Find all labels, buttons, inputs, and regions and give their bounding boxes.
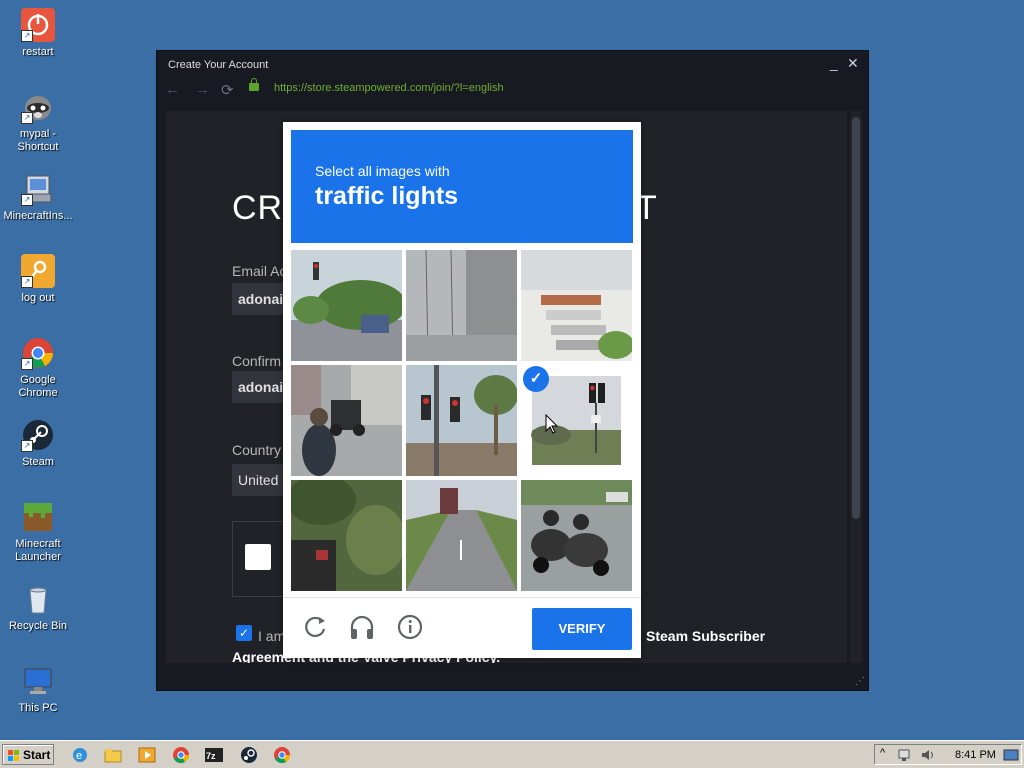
power-icon: ↗ bbox=[21, 8, 55, 42]
desktop-icon-label: Recycle Bin bbox=[8, 620, 68, 632]
desktop-icon-label: mypal - Shortcut bbox=[17, 128, 59, 153]
shortcut-arrow-icon: ↗ bbox=[21, 440, 33, 452]
country-label: Country bbox=[232, 442, 282, 458]
taskbar: Start e 7z ^ 8:41 PM bbox=[0, 740, 1024, 768]
headphones-icon[interactable] bbox=[347, 612, 377, 642]
recycle-bin-icon bbox=[21, 582, 55, 616]
captcha-tile[interactable] bbox=[291, 365, 402, 476]
captcha-tile[interactable] bbox=[406, 250, 517, 361]
notification-icon[interactable] bbox=[1003, 748, 1019, 762]
show-hidden-icons-icon[interactable]: ^ bbox=[880, 747, 885, 759]
desktop-icon-restart[interactable]: ↗ restart bbox=[0, 8, 76, 59]
desktop-icon-label: restart bbox=[22, 46, 54, 58]
minimize-button[interactable]: _ bbox=[830, 55, 838, 71]
windows-flag-icon bbox=[8, 750, 19, 761]
back-icon[interactable]: ← bbox=[165, 81, 180, 98]
folder-icon[interactable] bbox=[104, 746, 122, 764]
captcha-tile[interactable] bbox=[291, 480, 402, 591]
selected-check-icon: ✓ bbox=[523, 366, 549, 392]
captcha-header: Select all images with traffic lights bbox=[291, 130, 633, 243]
desktop-icon-recycle-bin[interactable]: Recycle Bin bbox=[0, 582, 76, 633]
close-button[interactable]: ✕ bbox=[847, 55, 859, 72]
desktop-icon-this-pc[interactable]: This PC bbox=[0, 664, 76, 715]
desktop-icon-label: Steam bbox=[22, 456, 54, 468]
network-icon[interactable] bbox=[897, 748, 913, 762]
chrome-icon[interactable] bbox=[273, 746, 291, 764]
email-label: Email Ac bbox=[232, 263, 287, 279]
7zip-icon[interactable]: 7z bbox=[205, 746, 223, 764]
desktop-icon-label: Minecraft Launcher bbox=[15, 538, 61, 563]
captcha-tile[interactable] bbox=[291, 250, 402, 361]
resize-grip-icon[interactable]: ⋰ bbox=[855, 676, 865, 687]
volume-icon[interactable] bbox=[920, 748, 936, 762]
info-icon[interactable] bbox=[395, 612, 425, 642]
steam-icon: ↗ bbox=[21, 418, 55, 452]
desktop-icon-label: This PC bbox=[18, 702, 58, 714]
system-tray: ^ 8:41 PM bbox=[874, 744, 1022, 765]
desktop-icon-minecraft-launcher[interactable]: Minecraft Launcher bbox=[0, 500, 76, 564]
desktop-icon-label: log out bbox=[21, 292, 55, 304]
agree-text: I am bbox=[258, 628, 286, 644]
raccoon-icon: ↗ bbox=[21, 90, 55, 124]
shortcut-arrow-icon: ↗ bbox=[21, 112, 33, 124]
svg-text:e: e bbox=[76, 750, 82, 762]
refresh-icon[interactable] bbox=[300, 612, 330, 642]
confirm-email-label: Confirm bbox=[232, 353, 282, 369]
mouse-cursor-icon bbox=[545, 414, 559, 434]
desktop-icon-minecraft-installer[interactable]: ↗ MinecraftIns... bbox=[0, 172, 76, 223]
media-icon[interactable] bbox=[138, 746, 156, 764]
key-icon: ↗ bbox=[21, 254, 55, 288]
recaptcha-checkbox[interactable] bbox=[245, 544, 271, 570]
captcha-divider bbox=[283, 597, 641, 598]
captcha-prompt: Select all images with bbox=[315, 163, 450, 179]
desktop-icon-label: MinecraftIns... bbox=[3, 210, 73, 222]
svg-text:7z: 7z bbox=[206, 751, 216, 761]
verify-button[interactable]: VERIFY bbox=[532, 608, 632, 650]
captcha-tile[interactable] bbox=[521, 250, 632, 361]
captcha-tile[interactable] bbox=[521, 480, 632, 591]
clock[interactable]: 8:41 PM bbox=[955, 749, 996, 761]
desktop-icon-log-out[interactable]: ↗ log out bbox=[0, 254, 76, 305]
subscriber-agreement-link[interactable]: Steam Subscriber bbox=[646, 628, 765, 644]
ie-icon[interactable]: e bbox=[71, 746, 89, 764]
agree-checkbox[interactable]: ✓ bbox=[236, 625, 252, 641]
address-url[interactable]: https://store.steampowered.com/join/?l=e… bbox=[274, 82, 504, 94]
shortcut-arrow-icon: ↗ bbox=[21, 358, 33, 370]
start-button[interactable]: Start bbox=[2, 744, 54, 765]
captcha-tile[interactable] bbox=[406, 365, 517, 476]
shortcut-arrow-icon: ↗ bbox=[21, 276, 33, 288]
grass-block-icon bbox=[21, 500, 55, 534]
shortcut-arrow-icon: ↗ bbox=[21, 30, 33, 42]
scrollbar[interactable] bbox=[850, 111, 862, 663]
chrome-icon[interactable] bbox=[172, 746, 190, 764]
desktop-icon-label: Google Chrome bbox=[18, 374, 58, 399]
desktop-icon-steam[interactable]: ↗ Steam bbox=[0, 418, 76, 469]
chrome-icon: ↗ bbox=[21, 336, 55, 370]
forward-icon[interactable]: → bbox=[195, 81, 210, 98]
page-heading: CR bbox=[232, 189, 284, 227]
window-title: Create Your Account bbox=[168, 59, 269, 71]
desktop-icon-google-chrome[interactable]: ↗ Google Chrome bbox=[0, 336, 76, 400]
installer-icon: ↗ bbox=[21, 172, 55, 206]
steam-icon[interactable] bbox=[240, 746, 258, 764]
scrollbar-thumb[interactable] bbox=[852, 117, 860, 519]
reload-icon[interactable]: ⟳ bbox=[221, 81, 234, 99]
shortcut-arrow-icon: ↗ bbox=[21, 194, 33, 206]
desktop-icon-mypal[interactable]: ↗ mypal - Shortcut bbox=[0, 90, 76, 154]
lock-icon bbox=[249, 78, 259, 91]
captcha-tile[interactable] bbox=[406, 480, 517, 591]
start-label: Start bbox=[23, 748, 51, 762]
captcha-challenge: Select all images with traffic lights ✓ … bbox=[283, 122, 641, 658]
computer-icon bbox=[21, 664, 55, 698]
captcha-target: traffic lights bbox=[315, 182, 459, 210]
